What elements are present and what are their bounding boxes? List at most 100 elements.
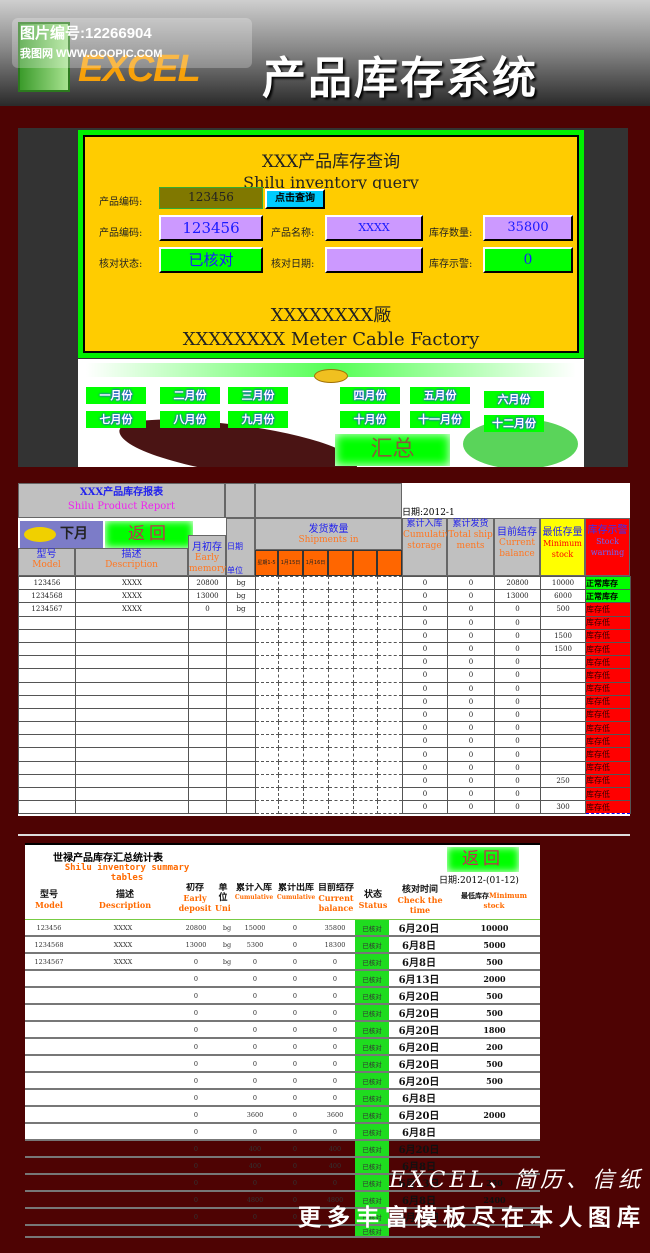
cell [188,707,227,723]
cell [25,1123,73,1141]
header-banner: EXCEL 图片编号:12266904 我图网 WWW.OOOPIC.COM 产… [0,0,650,106]
month-button[interactable]: 九月份 [228,411,288,428]
back-button[interactable]: 返回 [105,521,193,548]
cell [73,1004,173,1022]
cell: XXXX [73,936,173,954]
cell [25,1208,73,1226]
table-row: 0 0 0 0 已核对 6月20日 500 [25,1055,540,1073]
report-date: 日期:2012-1 [402,508,455,518]
cell: 0 [235,1174,275,1192]
shipment-cell [353,681,378,696]
shipment-cell [278,694,304,709]
cell: 0 [494,747,541,762]
status-field: 已核对 [159,247,263,273]
cell: 2000 [449,970,540,988]
cell [226,786,256,802]
status-cell: 已核对 [355,1021,389,1039]
shipment-cell [328,668,354,683]
watermark-id: 图片编号:12266904 [20,25,152,42]
cell: 0 [494,786,541,802]
cell [188,615,227,630]
month-button[interactable]: 十月份 [340,411,400,428]
cell [18,760,76,775]
cell: 0 [173,1140,219,1158]
month-button[interactable]: 八月份 [160,411,220,428]
shipment-cell [353,602,378,617]
shipment-cell [328,615,354,630]
cell: 0 [275,1055,315,1073]
next-month-button[interactable]: 下月 [20,521,103,548]
month-button[interactable]: 七月份 [86,411,146,428]
month-button[interactable]: 六月份 [484,391,544,408]
table-row: 0 0 0 0 已核对 6月8日 [25,1123,540,1141]
cell: 0 [447,628,495,643]
shipment-cell [303,628,329,643]
month-button[interactable]: 五月份 [410,387,470,404]
factory-en: XXXXXXXX Meter Cable Factory [182,329,480,350]
col-stock-warning: 库存示警 Stock warning [585,518,630,576]
cell: 20800 [188,575,227,591]
cell: 0 [173,953,219,971]
cell: 0 [402,734,448,749]
cell [226,773,256,789]
month-button[interactable]: 四月份 [340,387,400,404]
cell: 13000 [494,589,541,604]
table-row: 0 0 0 1500 库存低 [18,641,631,657]
cell: 0 [447,800,495,815]
cell: 0 [447,641,495,657]
shipment-cell [255,721,279,736]
cell: 0 [188,602,227,617]
cell [75,641,189,657]
table-row: 1234568 XXXX 13000 bg 0 0 13000 6000 正常库存 [18,589,631,604]
cell: 0 [315,1038,355,1056]
shipment-cell [377,628,403,643]
cell: 0 [402,721,448,736]
cell: 0 [447,734,495,749]
query-button[interactable]: 点击查询 [265,189,325,209]
cell: 0 [235,987,275,1005]
cell: XXXX [73,953,173,971]
cell: 0 [235,1004,275,1022]
cell [226,707,256,723]
summary-button[interactable]: 汇总 [335,434,450,466]
cell [18,707,76,723]
status-cell: 已核对 [355,1157,389,1175]
cell [219,1225,235,1238]
cell: 1800 [449,1021,540,1039]
cell: 20800 [173,920,219,937]
app-title: 产品库存系统 [262,53,538,104]
cell: 0 [402,681,448,696]
s-col-time: 核对时间 Check the time [397,885,443,915]
summary-back-button[interactable]: 返回 [447,847,519,872]
status-cell: 已核对 [355,953,389,971]
shipment-cell [303,773,329,789]
cell: bg [226,589,256,604]
month-button[interactable]: 十二月份 [484,415,544,432]
month-button[interactable]: 一月份 [86,387,146,404]
cell [540,615,586,630]
header-blank [225,483,255,518]
month-button[interactable]: 十一月份 [410,411,470,428]
cell [73,1191,173,1209]
shipment-cell [278,734,304,749]
month-button[interactable]: 三月份 [228,387,288,404]
cell [219,1208,235,1226]
shipment-cell [278,760,304,775]
shipment-cell [353,786,378,802]
cell [219,1123,235,1141]
table-row: 0 0 0 0 已核对 6月20日 200 [25,1038,540,1056]
cell: 0 [275,1123,315,1141]
search-input[interactable]: 123456 [159,187,263,209]
shipment-cell [303,707,329,723]
smiley-icon [24,527,56,542]
cell: 0 [447,786,495,802]
col-cum-storage: 累计入库 Cumulative storage [402,518,455,576]
shipment-cell [377,707,403,723]
stock-warning-cell: 库存低 [585,773,631,789]
cell [235,1225,275,1238]
table-row: 1234567 XXXX 0 bg 0 0 0 500 库存低 [18,602,631,617]
month-button[interactable]: 二月份 [160,387,220,404]
cell: 6月20日 [389,1004,449,1022]
cell [18,641,76,657]
shipment-cell [255,641,279,657]
